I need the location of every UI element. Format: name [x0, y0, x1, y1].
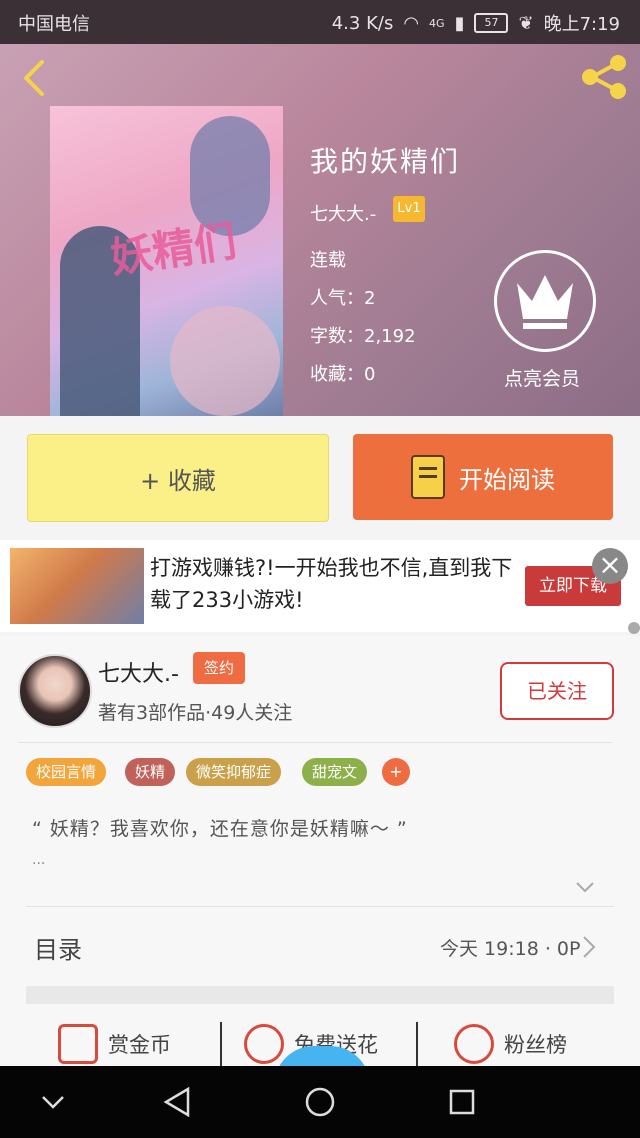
- follow-button[interactable]: 已关注: [500, 662, 614, 720]
- chevron-down-icon[interactable]: [574, 876, 596, 898]
- ad-banner[interactable]: 打游戏赚钱?!一开始我也不信,直到我下载了233小游戏! 立即下载: [0, 540, 640, 632]
- book-intro: “ 妖精？我喜欢你，还在意你是妖精嘛～ ”: [32, 818, 408, 840]
- collect-button[interactable]: + 收藏: [27, 434, 329, 522]
- vip-crown-button[interactable]: [494, 250, 596, 352]
- book-popularity: 人气：2: [310, 288, 376, 309]
- author-level-badge: Lv1: [393, 196, 425, 222]
- book-favorites: 收藏：0: [310, 364, 376, 385]
- nav-recents-icon[interactable]: [448, 1088, 476, 1116]
- tag[interactable]: 妖精: [125, 758, 176, 786]
- clock: 晚上7:19: [543, 14, 620, 35]
- network-speed: 4.3 K/s: [331, 12, 394, 34]
- crown-icon: [517, 275, 573, 329]
- section-divider: [26, 986, 614, 1004]
- ad-close-icon[interactable]: ×: [592, 548, 628, 584]
- book-cover[interactable]: 妖精们: [50, 106, 283, 416]
- tag[interactable]: 甜宠文: [302, 758, 368, 786]
- ad-info-icon[interactable]: [628, 622, 640, 634]
- tab-fan-ranking[interactable]: 粉丝榜: [454, 1022, 567, 1066]
- status-right: 4.3 K/s ◠ 4G ▮ 57 ❦ 晚上7:19: [332, 10, 620, 36]
- start-reading-label: 开始阅读: [459, 465, 555, 494]
- chevron-right-icon[interactable]: [578, 934, 598, 960]
- ad-image[interactable]: [10, 548, 144, 624]
- toc-label[interactable]: 目录: [34, 930, 82, 965]
- more-tags-button[interactable]: +: [382, 758, 410, 786]
- signal-icon: ▮: [454, 12, 465, 34]
- coin-pouch-icon: [58, 1024, 98, 1064]
- tab-reward-coins[interactable]: 赏金币: [58, 1022, 171, 1066]
- hide-keyboard-icon[interactable]: [40, 1092, 66, 1112]
- cover-title: 妖精们: [107, 216, 240, 283]
- tab-label: 粉丝榜: [504, 1033, 567, 1057]
- author-stats: 著有3部作品·49人关注: [98, 702, 293, 724]
- divider: [18, 742, 612, 743]
- medal-icon: [454, 1024, 494, 1064]
- wifi-icon: ◠: [403, 12, 420, 34]
- leaf-icon: ❦: [518, 12, 534, 34]
- cover-figure: [170, 306, 280, 416]
- tab-divider: [416, 1022, 418, 1066]
- signed-badge: 签约: [193, 652, 245, 684]
- status-bar: 中国电信 4.3 K/s ◠ 4G ▮ 57 ❦ 晚上7:19: [0, 0, 640, 44]
- book-word-count: 字数：2,192: [310, 326, 416, 347]
- nav-back-icon[interactable]: [162, 1086, 192, 1118]
- toc-update-info[interactable]: 今天 19:18 · 0P: [440, 934, 580, 961]
- avatar[interactable]: [18, 654, 92, 728]
- book-status: 连载: [310, 250, 346, 271]
- flower-icon: [244, 1024, 284, 1064]
- tag[interactable]: 微笑抑郁症: [186, 758, 282, 786]
- system-nav-bar: [0, 1066, 640, 1138]
- book-title: 我的妖精们: [310, 145, 461, 178]
- intro-ellipsis: ...: [32, 852, 46, 868]
- ad-text[interactable]: 打游戏赚钱?!一开始我也不信,直到我下载了233小游戏!: [150, 552, 520, 616]
- network-type: 4G: [429, 16, 445, 30]
- tab-label: 赏金币: [108, 1033, 171, 1057]
- tab-divider: [220, 1022, 222, 1066]
- vip-label[interactable]: 点亮会员: [490, 364, 594, 391]
- divider: [26, 906, 614, 907]
- battery-icon: 57: [474, 13, 509, 33]
- book-author[interactable]: 七大大.-: [310, 200, 376, 226]
- carrier-text: 中国电信: [18, 14, 90, 35]
- book-icon: [411, 455, 445, 499]
- back-icon[interactable]: [16, 58, 56, 98]
- start-reading-button[interactable]: 开始阅读: [353, 434, 613, 520]
- share-icon[interactable]: [578, 54, 630, 100]
- author-name[interactable]: 七大大.-: [98, 656, 179, 688]
- tag[interactable]: 校园言情: [26, 758, 107, 786]
- nav-home-icon[interactable]: [304, 1086, 336, 1118]
